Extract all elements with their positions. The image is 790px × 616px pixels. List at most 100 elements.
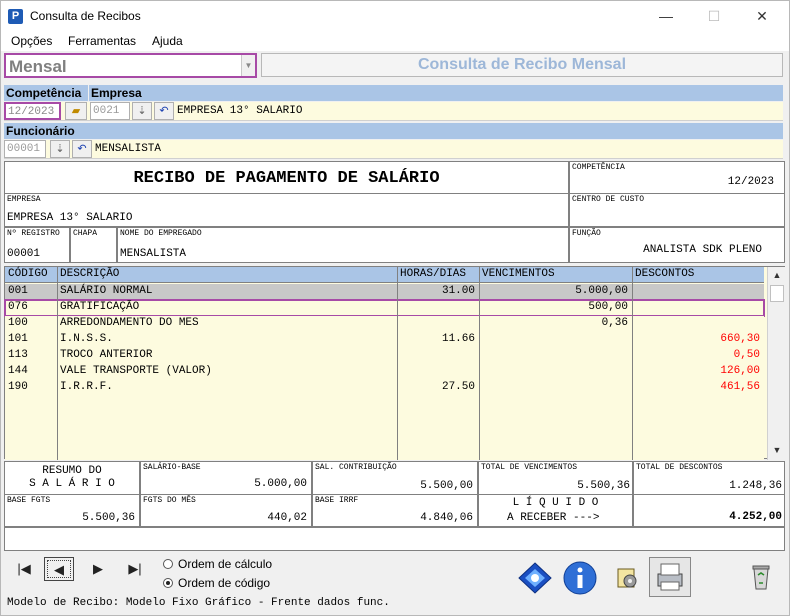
menu-opcoes[interactable]: Opções: [11, 34, 52, 48]
next-record-button[interactable]: ▶: [83, 557, 113, 581]
app-logo-icon: P: [8, 9, 23, 24]
order-code-radio[interactable]: Ordem de código: [163, 576, 270, 590]
table-row[interactable]: 101 I.N.S.S. 11.66 660,30: [5, 332, 764, 348]
items-table: CÓDIGO DESCRIÇÃO HORAS/DIAS VENCIMENTOS …: [4, 266, 786, 460]
cell-horas: 27.50: [441, 381, 475, 393]
scroll-down-icon[interactable]: ▼: [768, 442, 786, 459]
centro-custo-label: CENTRO DE CUSTO: [572, 195, 645, 204]
empresa-row: 12/2023 ▰ 0021 ⇣ ↶ EMPRESA 13° SALARIO: [4, 102, 783, 121]
centro-custo-box: CENTRO DE CUSTO: [569, 193, 785, 227]
chevron-down-icon[interactable]: ▼: [241, 55, 255, 76]
refresh-icon[interactable]: [515, 561, 555, 597]
undo-icon[interactable]: ↶: [154, 102, 174, 120]
cell-codigo: 001: [8, 285, 28, 297]
order-calc-label: Ordem de cálculo: [178, 557, 273, 571]
settings-icon[interactable]: [607, 563, 647, 599]
cell-horas: 31.00: [441, 285, 475, 297]
first-record-button[interactable]: |◀: [9, 557, 39, 581]
competencia-box: COMPETÊNCIA 12/2023: [569, 161, 785, 194]
info-icon[interactable]: [560, 559, 600, 595]
base-irrf-box: BASE IRRF 4.840,06: [312, 494, 478, 527]
chapa-label: CHAPA: [73, 229, 98, 238]
registro-value: 00001: [7, 248, 41, 260]
sal-contrib-label: SAL. CONTRIBUIÇÃO: [315, 463, 397, 472]
maximize-button[interactable]: ☐: [699, 5, 729, 27]
cell-descontos: 0,50: [733, 349, 760, 361]
status-bar: Modelo de Recibo: Modelo Fixo Gráfico - …: [7, 597, 390, 609]
order-code-label: Ordem de código: [178, 576, 271, 590]
total-vencimentos-value: 5.500,36: [577, 480, 630, 492]
base-irrf-value: 4.840,06: [420, 512, 473, 524]
liquido-line1: L Í Q U I D O: [512, 497, 599, 509]
window-title: Consulta de Recibos: [30, 9, 141, 23]
table-row[interactable]: [5, 396, 764, 412]
table-row[interactable]: [5, 428, 764, 444]
cell-horas: 11.66: [441, 333, 475, 345]
last-record-button[interactable]: ▶|: [120, 557, 150, 581]
liquido-value-box: 4.252,00: [633, 494, 785, 527]
menu-ferramentas[interactable]: Ferramentas: [68, 34, 136, 48]
table-row[interactable]: 144 VALE TRANSPORTE (VALOR) 126,00: [5, 364, 764, 380]
radio-selected-icon: [163, 578, 173, 588]
table-row[interactable]: [5, 412, 764, 428]
cell-codigo: 190: [8, 381, 28, 393]
menu-ajuda[interactable]: Ajuda: [152, 34, 183, 48]
funcao-label: FUNÇÃO: [572, 229, 601, 238]
table-header: CÓDIGO DESCRIÇÃO HORAS/DIAS VENCIMENTOS …: [5, 267, 764, 283]
close-button[interactable]: ✕: [747, 5, 777, 27]
table-row[interactable]: 190 I.R.R.F. 27.50 461,56: [5, 380, 764, 396]
liquido-value: 4.252,00: [729, 511, 782, 523]
folder-open-icon[interactable]: ▰: [65, 102, 87, 120]
prev-record-button[interactable]: ◀: [44, 557, 74, 581]
download-icon[interactable]: ⇣: [50, 140, 70, 158]
order-calc-radio[interactable]: Ordem de cálculo: [163, 557, 272, 571]
cell-codigo: 100: [8, 317, 28, 329]
resumo-line2: S A L Á R I O: [29, 478, 115, 490]
funcionario-name: MENSALISTA: [95, 143, 162, 155]
competencia-box-label: COMPETÊNCIA: [572, 163, 625, 172]
undo-icon[interactable]: ↶: [72, 140, 92, 158]
minimize-button[interactable]: —: [651, 5, 681, 27]
table-row[interactable]: [5, 444, 764, 460]
receipt-title-box: RECIBO DE PAGAMENTO DE SALÁRIO: [4, 161, 569, 194]
funcionario-row: 00001 ⇣ ↶ MENSALISTA: [4, 140, 783, 159]
scroll-up-icon[interactable]: ▲: [768, 267, 786, 284]
cell-descricao: ARREDONDAMENTO DO MES: [60, 317, 199, 329]
base-fgts-box: BASE FGTS 5.500,36: [4, 494, 140, 527]
empresa-label: Empresa: [89, 85, 783, 101]
recycle-bin-icon[interactable]: [741, 561, 781, 597]
scroll-thumb[interactable]: [770, 285, 784, 302]
cell-descricao: SALÁRIO NORMAL: [60, 285, 153, 297]
competencia-input[interactable]: 12/2023: [4, 102, 61, 120]
nome-value: MENSALISTA: [120, 248, 187, 260]
funcionario-label: Funcionário: [4, 123, 783, 139]
table-scrollbar[interactable]: ▲ ▼: [767, 267, 786, 460]
empresa-name: EMPRESA 13° SALARIO: [177, 105, 303, 117]
cell-descontos: 126,00: [720, 365, 760, 377]
chapa-box: CHAPA: [70, 227, 117, 263]
empresa-box-value: EMPRESA 13° SALARIO: [7, 212, 133, 224]
receipt-title: RECIBO DE PAGAMENTO DE SALÁRIO: [133, 169, 440, 188]
menu-bar: Opções Ferramentas Ajuda: [1, 32, 789, 51]
funcionario-code-input[interactable]: 00001: [4, 140, 46, 158]
table-row[interactable]: 076 GRATIFICAÇÃO 500,00: [4, 299, 765, 317]
total-descontos-value: 1.248,36: [729, 480, 782, 492]
table-row[interactable]: 113 TROCO ANTERIOR 0,50: [5, 348, 764, 364]
salario-base-box: SALÁRIO-BASE 5.000,00: [140, 461, 312, 495]
cell-codigo: 113: [8, 349, 28, 361]
download-icon[interactable]: ⇣: [132, 102, 152, 120]
table-row[interactable]: 100 ARREDONDAMENTO DO MES 0,36: [5, 316, 764, 332]
table-row[interactable]: 001 SALÁRIO NORMAL 31.00 5.000,00: [5, 284, 764, 300]
salario-base-value: 5.000,00: [254, 478, 307, 490]
printer-icon[interactable]: [649, 557, 691, 597]
funcao-value: ANALISTA SDK PLENO: [643, 244, 762, 256]
empresa-code-input[interactable]: 0021: [90, 102, 130, 120]
header-codigo: CÓDIGO: [8, 268, 48, 280]
period-type-select[interactable]: Mensal ▼: [4, 53, 257, 78]
nome-label: NOME DO EMPREGADO: [120, 229, 202, 238]
window: P Consulta de Recibos — ☐ ✕ Opções Ferra…: [0, 0, 790, 616]
cell-descricao: GRATIFICAÇÃO: [60, 301, 140, 313]
cell-descricao: I.N.S.S.: [60, 333, 113, 345]
header-horas: HORAS/DIAS: [400, 268, 467, 280]
column-divider: [479, 267, 480, 460]
